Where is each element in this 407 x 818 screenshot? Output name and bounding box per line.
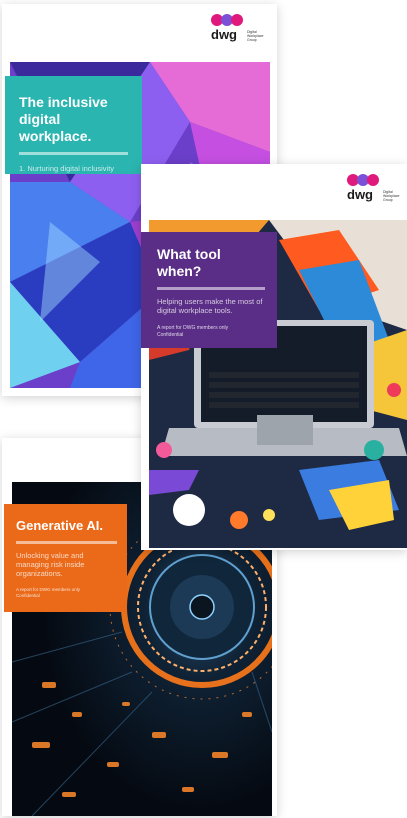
cover-subtitle: Unlocking value and managing risk inside… <box>16 550 85 579</box>
logo-word: dwg <box>347 187 373 202</box>
title-divider <box>19 152 128 156</box>
dwg-logo: dwg Digital Workplace Group <box>211 14 269 42</box>
cover-note-line: A report for DWG members only <box>157 325 229 332</box>
cover-title-panel: The inclusive digital workplace. 1. Nurt… <box>5 76 142 174</box>
title-divider <box>157 286 265 290</box>
cover-note: A report for DWG members only Confidenti… <box>157 325 265 339</box>
logo-dots-icon <box>211 14 243 26</box>
cover-title: What tool when? <box>157 246 221 279</box>
report-cover-what-tool-when[interactable]: dwg Digital Workplace Group What tool wh… <box>141 164 407 550</box>
cover-subtitle: 1. Nurturing digital inclusivity <box>19 164 115 174</box>
cover-title-panel: What tool when? Helping users make the m… <box>141 232 277 348</box>
cover-title-panel: Generative AI. Unlocking value and manag… <box>4 504 127 612</box>
cover-note-line: Confidential <box>16 592 40 598</box>
title-divider <box>16 540 117 544</box>
logo-subtext: Digital Workplace Group <box>247 30 264 42</box>
cover-title: The inclusive digital workplace. <box>19 94 108 144</box>
cover-note: A report for DWG members only Confidenti… <box>16 587 117 599</box>
cover-subtitle: Helping users make the most of digital w… <box>157 296 263 315</box>
cover-title: Generative AI. <box>16 518 103 533</box>
logo-word: dwg <box>211 27 237 42</box>
logo-subtext: Digital Workplace Group <box>383 190 400 202</box>
cover-note-line: Confidential <box>157 332 184 339</box>
dwg-logo: dwg Digital Workplace Group <box>347 174 405 202</box>
logo-dots-icon <box>347 174 379 186</box>
